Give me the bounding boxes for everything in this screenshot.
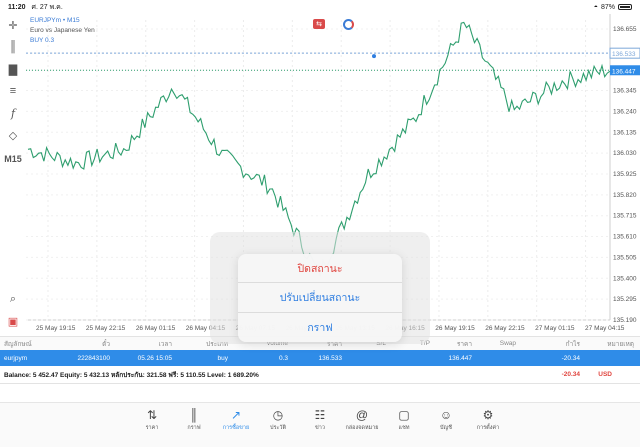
one-click-trading-icon[interactable]: ⇆: [313, 19, 325, 29]
tab-quotes[interactable]: ⇅ ราคา: [134, 409, 170, 447]
status-time: 11:20: [8, 3, 26, 11]
tab-chart[interactable]: ║ กราฟ: [176, 409, 212, 447]
price-tick-label: 136.030: [613, 150, 637, 157]
current-price-label: 136.447: [612, 68, 636, 75]
battery-level: 87%: [600, 3, 615, 11]
symbol-info: EURJPYm • M15 Euro vs Japanese Yen BUY 0…: [30, 16, 95, 46]
tab-settings[interactable]: ⚙ การตั้งค่า: [470, 409, 506, 447]
function-icon[interactable]: f: [0, 102, 26, 124]
modify-position-button[interactable]: ปรับเปลี่ยนสถานะ: [238, 283, 402, 313]
bottom-tab-bar: ⇅ ราคา ║ กราฟ ↗ การซื้อขาย ◷ ประวัติ ☷ ข…: [0, 402, 640, 447]
trade-profit: -20.34: [561, 354, 580, 362]
time-tick-label: 27 May 04:15: [585, 325, 625, 332]
time-tick-label: 26 May 19:15: [435, 325, 475, 332]
total-profit: -20.34: [561, 371, 580, 378]
price-tick-label: 135.295: [613, 296, 637, 303]
status-date: ศ. 27 พ.ค.: [31, 3, 63, 11]
history-icon: ◷: [272, 408, 284, 422]
indicator-icon[interactable]: [343, 19, 354, 30]
tab-label: ราคา: [145, 425, 159, 431]
position-context-menu: ปิดสถานะ ปรับเปลี่ยนสถานะ กราฟ: [238, 254, 402, 342]
trade-symbol: eurjpym: [4, 354, 28, 362]
tab-label: ประวัติ: [269, 425, 287, 431]
price-tick-label: 135.820: [613, 192, 637, 199]
trade-icon[interactable]: ▣: [0, 310, 26, 332]
tab-label: บัญชี: [440, 425, 452, 431]
price-tick-label: 135.925: [613, 171, 637, 178]
trade-ticket: 222843100: [77, 354, 110, 362]
tab-chat[interactable]: ▢ แชท: [386, 409, 422, 447]
balance-summary: Balance: 5 452.47 Equity: 5 432.13 หลักป…: [4, 371, 259, 379]
symbol-description: Euro vs Japanese Yen: [30, 27, 95, 34]
tab-account[interactable]: ☺ บัญชี: [428, 409, 464, 447]
tab-news[interactable]: ☷ ข่าว: [302, 409, 338, 447]
tab-trade[interactable]: ↗ การซื้อขาย: [218, 409, 254, 447]
time-tick-label: 27 May 01:15: [535, 325, 575, 332]
account-currency: USD: [598, 371, 612, 378]
tab-label: การตั้งค่า: [476, 425, 500, 431]
col-current-price: ราคา: [456, 340, 472, 348]
status-bar: 11:20 ศ. 27 พ.ค. ◓ 87%: [0, 0, 640, 14]
price-tick-label: 135.190: [613, 317, 637, 324]
chart-header-icons: ⇆: [313, 19, 354, 30]
objects-icon[interactable]: ◇: [0, 124, 26, 146]
chart-toolbar: ✛ ║ ▇ ≡ f ◇ M15 ⌕ ▣: [0, 14, 26, 332]
tab-history[interactable]: ◷ ประวัติ: [260, 409, 296, 447]
trade-current-price: 136.447: [448, 354, 473, 362]
trade-time: 05.26 15:05: [137, 354, 172, 362]
chat-icon: ▢: [398, 408, 410, 422]
col-swap: Swap: [499, 340, 516, 347]
price-tick-label: 136.135: [613, 129, 637, 136]
col-comment: หมายเหตุ: [607, 340, 634, 348]
symbol-name: EURJPYm • M15: [30, 17, 80, 24]
price-tick-label: 136.240: [613, 108, 637, 115]
timeframe-button[interactable]: M15: [0, 146, 26, 172]
col-time: เวลา: [158, 340, 172, 348]
indicators-icon[interactable]: ≡: [0, 80, 26, 102]
crosshair-icon[interactable]: ✛: [0, 14, 26, 36]
gear-icon: ⚙: [482, 408, 494, 422]
bar-chart-icon[interactable]: ▇: [0, 58, 26, 80]
status-right: ◓ 87%: [594, 4, 632, 11]
tab-label: กล่องจดหมาย: [345, 425, 379, 431]
price-tick-label: 136.345: [613, 88, 637, 95]
wifi-icon: ◓: [593, 3, 598, 11]
account-icon: ☺: [439, 408, 453, 422]
candles-icon: ║: [189, 408, 199, 422]
balance-row: Balance: 5 452.47 Equity: 5 432.13 หลักป…: [0, 366, 640, 384]
time-tick-label: 26 May 01:15: [136, 325, 176, 332]
tab-label: การซื้อขาย: [222, 425, 250, 431]
tab-label: ข่าว: [315, 425, 325, 431]
trade-price: 136.533: [318, 354, 343, 362]
tab-label: แชท: [398, 425, 410, 431]
close-position-button[interactable]: ปิดสถานะ: [238, 254, 402, 284]
news-icon: ☷: [314, 408, 326, 422]
price-tick-label: 136.655: [613, 26, 637, 33]
tab-mailbox[interactable]: @ กล่องจดหมาย: [344, 409, 380, 447]
price-tick-label: 135.400: [613, 275, 637, 282]
chart-button[interactable]: กราฟ: [238, 313, 402, 342]
candles-icon[interactable]: ║: [0, 36, 26, 58]
position-label: BUY 0.3: [30, 37, 55, 44]
entry-price-label: 136.533: [612, 51, 636, 58]
time-tick-label: 25 May 22:15: [86, 325, 126, 332]
col-ticket: ตั๋ว: [102, 340, 110, 348]
time-tick-label: 26 May 22:15: [485, 325, 525, 332]
entry-marker: [372, 54, 376, 59]
trade-volume: 0.3: [278, 354, 288, 362]
price-tick-label: 135.505: [613, 254, 637, 261]
zoom-icon[interactable]: ⌕: [0, 288, 26, 310]
at-icon: @: [355, 408, 369, 422]
trade-row[interactable]: eurjpym 222843100 05.26 15:05 buy 0.3 13…: [0, 350, 640, 366]
chart-line-icon: ↗: [230, 408, 242, 422]
price-tick-label: 135.715: [613, 213, 637, 220]
col-profit: กำไร: [565, 340, 580, 348]
battery-icon: [618, 4, 632, 10]
col-symbol: สัญลักษณ์: [4, 340, 32, 348]
tab-label: กราฟ: [187, 425, 201, 431]
time-tick-label: 25 May 19:15: [36, 325, 76, 332]
arrows-updown-icon: ⇅: [146, 408, 158, 422]
price-tick-label: 135.610: [613, 234, 637, 241]
trade-type: buy: [217, 354, 228, 362]
